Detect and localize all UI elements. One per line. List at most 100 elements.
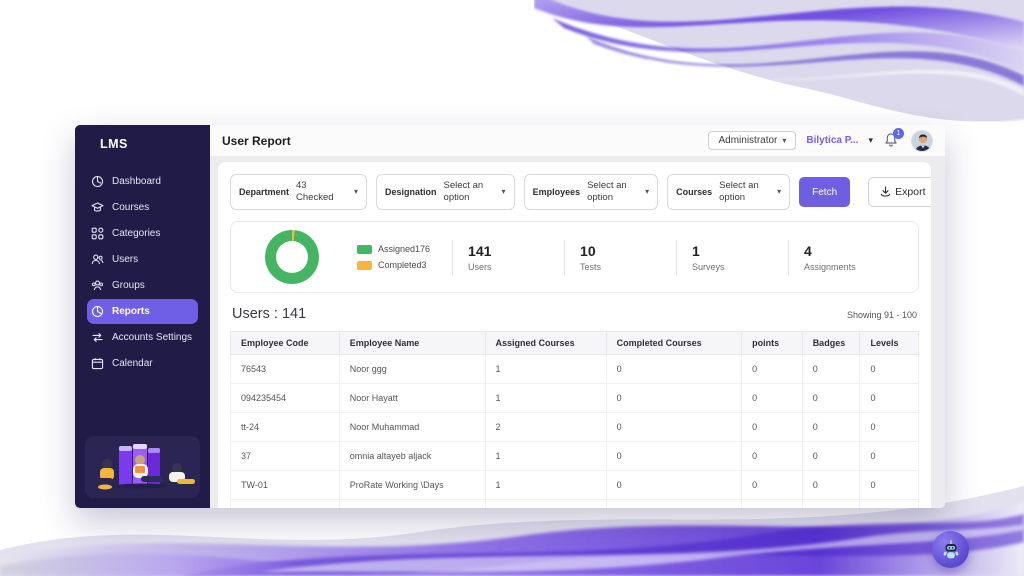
dashboard-icon	[91, 175, 104, 188]
table-row: TW-01ProRate Working \Days10000	[231, 471, 919, 500]
groups-icon	[91, 279, 104, 292]
table-cell: tt-24	[231, 413, 340, 442]
table-cell: ProRate Working \Days	[339, 471, 485, 500]
topbar-right: Administrator ▾ Bilytica P... ▾ 1	[708, 130, 933, 152]
sidebar-item-dashboard[interactable]: Dashboard	[87, 169, 198, 194]
notifications-bell[interactable]: 1	[883, 132, 901, 150]
dropdown-label: Designation	[385, 187, 437, 197]
department-dropdown[interactable]: Department 43 Checked ▾	[230, 174, 367, 210]
chevron-down-icon: ▾	[645, 188, 649, 196]
report-panel: Department 43 Checked ▾ Designation Select a…	[218, 162, 931, 508]
column-header: Employee Name	[339, 332, 485, 355]
page-title: User Report	[222, 134, 291, 148]
stat-value: 141	[468, 243, 564, 259]
pagination-range: Showing 91 - 100	[847, 310, 917, 320]
table-cell: 094235454	[231, 384, 340, 413]
table-cell	[606, 500, 742, 509]
table-cell: 0	[860, 355, 919, 384]
table-cell	[339, 500, 485, 509]
robot-icon	[939, 538, 963, 562]
assigned-completed-donut-chart	[265, 230, 319, 284]
table-cell: 0	[860, 384, 919, 413]
table-body: 76543Noor ggg10000094235454Noor Hayatt10…	[231, 355, 919, 509]
sidebar-item-label: Categories	[112, 228, 160, 239]
table-cell: Noor Hayatt	[339, 384, 485, 413]
stat-label: Assignments	[804, 262, 900, 272]
table-cell: 0	[606, 442, 742, 471]
table-cell: 0	[742, 442, 803, 471]
user-name[interactable]: Bilytica P...	[806, 135, 858, 146]
table-cell: 0	[606, 355, 742, 384]
table-cell	[231, 500, 340, 509]
sidebar-item-reports[interactable]: Reports	[87, 299, 198, 324]
table-row: 76543Noor ggg10000	[231, 355, 919, 384]
page-background: LMS Dashboard Courses Categories Users Group…	[0, 0, 1024, 576]
stats-card: Assigned176Completed3 141 Users10Tests1Su…	[230, 221, 919, 293]
table-cell: 1	[485, 355, 606, 384]
avatar-photo	[912, 131, 933, 152]
accounts-settings-icon	[91, 331, 104, 344]
sidebar-item-label: Reports	[112, 306, 150, 317]
table-cell: 0	[860, 413, 919, 442]
stat-label: Users	[468, 262, 564, 272]
chevron-down-icon: ▾	[354, 188, 358, 196]
avatar[interactable]	[911, 130, 933, 152]
chevron-down-icon: ▾	[777, 188, 781, 196]
sidebar-menu: Dashboard Courses Categories Users Groups Rep…	[75, 169, 210, 377]
table-cell: 0	[742, 413, 803, 442]
sidebar-item-label: Dashboard	[112, 176, 161, 187]
administrator-dropdown[interactable]: Administrator ▾	[708, 131, 796, 150]
chatbot-button[interactable]	[932, 531, 969, 568]
decorative-swirl-top	[534, 0, 1024, 140]
sidebar-item-groups[interactable]: Groups	[87, 273, 198, 298]
sidebar-item-label: Courses	[112, 202, 149, 213]
main-area: User Report Administrator ▾ Bilytica P..…	[210, 125, 945, 508]
table-cell: Noor ggg	[339, 355, 485, 384]
stat-tests: 10Tests	[564, 240, 676, 275]
table-row: tt-24Noor Muhammad20000	[231, 413, 919, 442]
topbar: User Report Administrator ▾ Bilytica P..…	[210, 125, 945, 156]
stat-assignments: 4 Assignments	[788, 240, 900, 275]
designation-dropdown[interactable]: DesignationSelect an option▾	[376, 174, 515, 210]
dropdown-label: Department	[239, 187, 289, 197]
sidebar-item-categories[interactable]: Categories	[87, 221, 198, 246]
dropdown-value: 43 Checked	[296, 180, 346, 204]
legend-swatch	[357, 261, 372, 270]
sidebar-item-label: Accounts Settings	[112, 332, 192, 343]
table-cell: 0	[802, 442, 860, 471]
column-header: points	[742, 332, 803, 355]
sidebar-item-accounts-settings[interactable]: Accounts Settings	[87, 325, 198, 350]
table-cell: 0	[802, 384, 860, 413]
stat-users: 141 Users	[452, 240, 564, 275]
donut-legend: Assigned176Completed3	[357, 244, 430, 270]
sidebar-item-calendar[interactable]: Calendar	[87, 351, 198, 376]
sidebar-item-label: Users	[112, 254, 138, 265]
table-cell: 0	[742, 355, 803, 384]
dropdown-value: Select an option	[587, 180, 637, 204]
people-reading-illustration	[85, 436, 200, 498]
table-cell: 0	[606, 413, 742, 442]
user-chevron-down-icon[interactable]: ▾	[868, 135, 873, 146]
chevron-down-icon: ▾	[782, 137, 786, 145]
fetch-button[interactable]: Fetch	[799, 177, 850, 207]
table-cell: 0	[606, 384, 742, 413]
sidebar-item-users[interactable]: Users	[87, 247, 198, 272]
sidebar-illustration	[85, 436, 200, 498]
table-cell	[860, 500, 919, 509]
app-logo: LMS	[75, 125, 210, 161]
stat-value: 4	[804, 243, 900, 259]
dropdown-value: Select an option	[444, 180, 494, 204]
categories-icon	[91, 227, 104, 240]
stat-label: Surveys	[692, 262, 788, 272]
export-button[interactable]: Export	[868, 177, 931, 207]
table-cell: 76543	[231, 355, 340, 384]
legend-entry: Assigned176	[357, 244, 430, 254]
courses-dropdown[interactable]: CoursesSelect an option▾	[667, 174, 790, 210]
table-cell: 0	[802, 413, 860, 442]
sidebar-item-courses[interactable]: Courses	[87, 195, 198, 220]
employees-dropdown[interactable]: EmployeesSelect an option▾	[524, 174, 659, 210]
table-cell: 2	[485, 413, 606, 442]
stat-surveys: 1Surveys	[676, 240, 788, 275]
administrator-label: Administrator	[718, 135, 777, 146]
table-row: 094235454Noor Hayatt10000	[231, 384, 919, 413]
